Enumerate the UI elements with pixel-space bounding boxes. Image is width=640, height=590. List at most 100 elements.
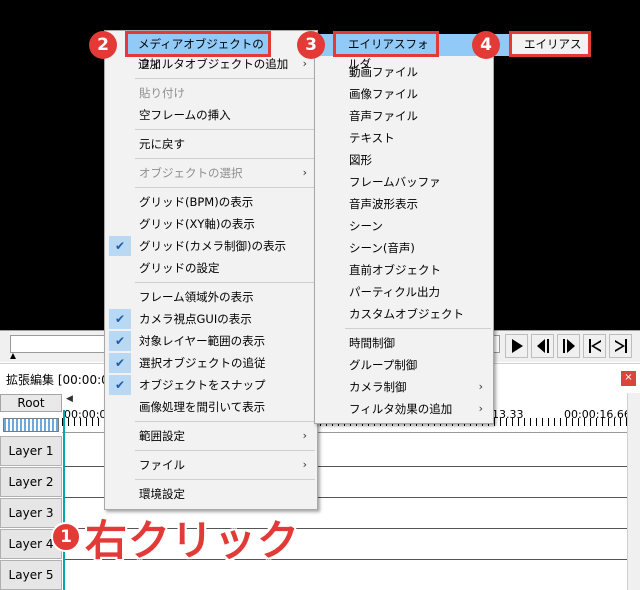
menu-separator: [135, 158, 315, 159]
menu-item-label: フレーム領域外の表示: [139, 290, 254, 304]
layer-label[interactable]: Layer 5: [0, 560, 62, 590]
submenu-item-previous-object[interactable]: 直前オブジェクト: [315, 259, 493, 281]
root-button[interactable]: Root: [0, 394, 62, 412]
menu-item-label: 音声波形表示: [349, 197, 418, 211]
play-button[interactable]: [505, 334, 528, 358]
menu-separator: [135, 450, 315, 451]
timeline-scale-slider[interactable]: [3, 418, 59, 432]
submenu-item-custom-object[interactable]: カスタムオブジェクト: [315, 303, 493, 325]
menu-separator: [135, 129, 315, 130]
menu-item-paste[interactable]: 貼り付け: [105, 82, 317, 104]
next-frame-button[interactable]: [557, 334, 580, 358]
submenu-item-group-control[interactable]: グループ制御: [315, 354, 493, 376]
menu-item-layer-range[interactable]: ✔ 対象レイヤー範囲の表示: [105, 330, 317, 352]
callout-badge: 4: [472, 31, 500, 59]
playhead-line[interactable]: [63, 410, 65, 590]
menu-item-reduced-processing[interactable]: 画像処理を間引いて表示: [105, 396, 317, 418]
submenu-item-frame-buffer[interactable]: フレームバッファ: [315, 171, 493, 193]
callout-badge: 1: [51, 522, 81, 552]
submenu-item-waveform[interactable]: 音声波形表示: [315, 193, 493, 215]
ruler-label: 00:00:16.66: [564, 408, 631, 421]
submenu-item-video-file[interactable]: 動画ファイル: [315, 61, 493, 83]
menu-item-label: オブジェクトの選択: [139, 166, 243, 180]
layer-label[interactable]: Layer 2: [0, 467, 62, 497]
layer-label[interactable]: Layer 1: [0, 436, 62, 466]
submenu-item-text[interactable]: テキスト: [315, 127, 493, 149]
menu-separator: [135, 479, 315, 480]
play-icon: [511, 339, 523, 353]
submenu-item-time-control[interactable]: 時間制御: [315, 332, 493, 354]
submenu-item-camera-control[interactable]: カメラ制御 ›: [315, 376, 493, 398]
menu-item-label: 画像ファイル: [349, 87, 418, 101]
menu-item-insert-empty-frame[interactable]: 空フレームの挿入: [105, 104, 317, 126]
menu-separator: [345, 328, 491, 329]
menu-item-add-media-object[interactable]: メディアオブジェクトの追加: [125, 31, 271, 71]
menu-item-label: 選択オブジェクトの追従: [139, 356, 266, 370]
go-end-button[interactable]: [609, 334, 632, 358]
context-menu: フィルタオブジェクトの追加 › 貼り付け 空フレームの挿入 元に戻す オブジェク…: [104, 30, 318, 510]
prev-frame-button[interactable]: [531, 334, 554, 358]
ruler-label: 13.33: [492, 408, 524, 421]
submenu-item-shape[interactable]: 図形: [315, 149, 493, 171]
media-object-submenu: 動画ファイル 画像ファイル 音声ファイル テキスト 図形 フレームバッファ 音声…: [314, 54, 494, 424]
menu-item-show-outside-frame[interactable]: フレーム領域外の表示: [105, 286, 317, 308]
menu-item-label: 元に戻す: [139, 137, 185, 151]
menu-item-label: 貼り付け: [139, 86, 185, 100]
go-start-button[interactable]: [583, 334, 606, 358]
check-icon: ✔: [109, 331, 131, 351]
scroll-left-icon[interactable]: ◀: [66, 394, 73, 404]
submenu-item-image-file[interactable]: 画像ファイル: [315, 83, 493, 105]
menu-item-file[interactable]: ファイル ›: [105, 454, 317, 476]
menu-item-label: フィルタ効果の追加: [349, 402, 453, 416]
menu-item-label: 画像処理を間引いて表示: [139, 400, 266, 414]
menu-item-undo[interactable]: 元に戻す: [105, 133, 317, 155]
check-icon: ✔: [109, 309, 131, 329]
menu-item-grid-settings[interactable]: グリッドの設定: [105, 257, 317, 279]
check-icon: ✔: [109, 236, 131, 256]
submenu-item-alias-folder[interactable]: エイリアスフォルダ: [333, 31, 439, 71]
menu-item-label: パーティクル出力: [349, 285, 440, 299]
menu-item-grid-bpm[interactable]: グリッド(BPM)の表示: [105, 191, 317, 213]
menu-item-label: 音声ファイル: [349, 109, 418, 123]
callout-badge: 3: [297, 31, 325, 59]
submenu-arrow-icon: ›: [302, 429, 307, 442]
submenu-item-particle-output[interactable]: パーティクル出力: [315, 281, 493, 303]
seek-thumb-icon[interactable]: [10, 353, 16, 359]
menu-item-preferences[interactable]: 環境設定: [105, 483, 317, 505]
submenu-arrow-icon: ›: [302, 166, 307, 179]
menu-separator: [135, 78, 315, 79]
menu-item-range-settings[interactable]: 範囲設定 ›: [105, 425, 317, 447]
menu-item-label: カメラ制御: [349, 380, 407, 394]
menu-item-label: 図形: [349, 153, 372, 167]
menu-item-label: カメラ視点GUIの表示: [139, 312, 252, 326]
submenu-item-scene-audio[interactable]: シーン(音声): [315, 237, 493, 259]
menu-item-label: 対象レイヤー範囲の表示: [139, 334, 266, 348]
menu-item-label: 空フレームの挿入: [139, 108, 231, 122]
menu-item-select-object[interactable]: オブジェクトの選択 ›: [105, 162, 317, 184]
menu-item-grid-camera[interactable]: ✔ グリッド(カメラ制御)の表示: [105, 235, 317, 257]
submenu-item-add-filter-effect[interactable]: フィルタ効果の追加 ›: [315, 398, 493, 420]
menu-item-camera-gui[interactable]: ✔ カメラ視点GUIの表示: [105, 308, 317, 330]
check-icon: ✔: [109, 375, 131, 395]
alias-menu-item[interactable]: エイリアス_1: [509, 31, 591, 71]
menu-item-label: 時間制御: [349, 336, 395, 350]
close-icon[interactable]: ×: [621, 371, 636, 386]
menu-item-snap-object[interactable]: ✔ オブジェクトをスナップ: [105, 374, 317, 396]
next-frame-icon: [562, 339, 575, 353]
layer-label[interactable]: Layer 3: [0, 498, 62, 528]
menu-item-label: 直前オブジェクト: [349, 263, 441, 277]
submenu-item-audio-file[interactable]: 音声ファイル: [315, 105, 493, 127]
menu-item-label: シーン: [349, 219, 383, 233]
menu-item-label: グループ制御: [349, 358, 418, 372]
layer-row: Layer 1: [0, 436, 640, 467]
menu-separator: [135, 421, 315, 422]
menu-item-follow-selection[interactable]: ✔ 選択オブジェクトの追従: [105, 352, 317, 374]
menu-item-label: フレームバッファ: [349, 175, 441, 189]
skip-start-icon: [588, 339, 601, 353]
submenu-arrow-icon: ›: [302, 458, 307, 471]
menu-item-grid-xy[interactable]: グリッド(XY軸)の表示: [105, 213, 317, 235]
submenu-item-scene[interactable]: シーン: [315, 215, 493, 237]
menu-separator: [135, 187, 315, 188]
right-click-annotation: 右クリック: [85, 516, 301, 565]
skip-end-icon: [614, 339, 627, 353]
